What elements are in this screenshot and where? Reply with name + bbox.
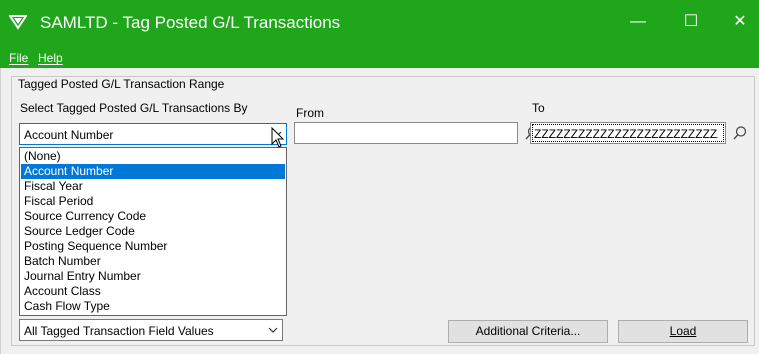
sage-logo-icon: [9, 15, 27, 30]
menu-file[interactable]: File: [9, 51, 28, 65]
dropdown-option-journal-entry-number[interactable]: Journal Entry Number: [21, 269, 285, 284]
select-by-combo[interactable]: Account Number: [19, 123, 287, 145]
to-value: ZZZZZZZZZZZZZZZZZZZZZZZZZZZZZZZZZZZZZZZZ…: [534, 127, 718, 141]
dropdown-option-posting-sequence-number[interactable]: Posting Sequence Number: [21, 239, 285, 254]
range-group-legend: Tagged Posted G/L Transaction Range: [15, 77, 228, 91]
select-by-label: Select Tagged Posted G/L Transactions By: [20, 101, 248, 115]
select-by-value: Account Number: [24, 128, 114, 142]
search-icon[interactable]: [732, 125, 748, 141]
window-title: SAMLTD - Tag Posted G/L Transactions: [40, 13, 341, 32]
dropdown-option-batch-number[interactable]: Batch Number: [21, 254, 285, 269]
close-button[interactable]: ✕: [724, 8, 756, 36]
from-label: From: [296, 106, 324, 120]
load-button[interactable]: Load: [618, 320, 748, 343]
dropdown-option-account-class[interactable]: Account Class: [21, 284, 285, 299]
minimize-button[interactable]: —: [622, 8, 654, 36]
dropdown-option-account-number[interactable]: Account Number: [21, 164, 285, 179]
dropdown-option-cash-flow-type[interactable]: Cash Flow Type: [21, 299, 285, 314]
from-input[interactable]: [294, 122, 518, 144]
dropdown-option-source-currency-code[interactable]: Source Currency Code: [21, 209, 285, 224]
mouse-pointer-icon: [271, 126, 285, 148]
dropdown-option-source-ledger-code[interactable]: Source Ledger Code: [21, 224, 285, 239]
select-by-dropdown-list[interactable]: (None) Account Number Fiscal Year Fiscal…: [19, 147, 287, 316]
field-values-combo[interactable]: All Tagged Transaction Field Values: [19, 319, 283, 341]
title-bar[interactable]: SAMLTD - Tag Posted G/L Transactions — ☐…: [0, 0, 759, 48]
dropdown-option-fiscal-period[interactable]: Fiscal Period: [21, 194, 285, 209]
to-label: To: [532, 101, 545, 115]
dropdown-option-none[interactable]: (None): [21, 149, 285, 164]
additional-criteria-button[interactable]: Additional Criteria...: [448, 320, 608, 343]
to-input[interactable]: ZZZZZZZZZZZZZZZZZZZZZZZZZZZZZZZZZZZZZZZZ…: [530, 122, 726, 144]
maximize-button[interactable]: ☐: [675, 8, 707, 36]
menu-help[interactable]: Help: [38, 51, 63, 65]
field-values-value: All Tagged Transaction Field Values: [24, 324, 214, 338]
dropdown-option-fiscal-year[interactable]: Fiscal Year: [21, 179, 285, 194]
chevron-down-icon: [268, 327, 278, 333]
menu-bar: File Help: [0, 48, 759, 68]
